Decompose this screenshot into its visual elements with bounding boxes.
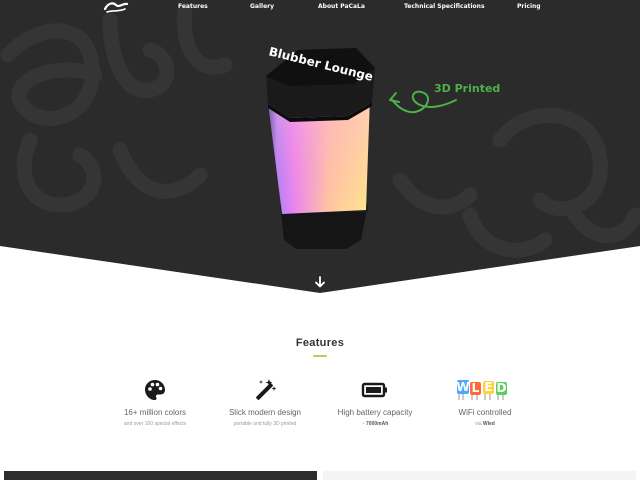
feature-title: WiFi controlled bbox=[458, 408, 512, 417]
wled-letter: E bbox=[484, 380, 492, 394]
battery-icon bbox=[361, 382, 387, 398]
feature-title: High battery capacity bbox=[337, 408, 413, 417]
top-navigation: Features Gallery About PaCaLa Technical … bbox=[0, 0, 640, 14]
palette-icon bbox=[145, 380, 165, 400]
magic-wand-icon bbox=[256, 379, 277, 400]
hero-section: Features Gallery About PaCaLa Technical … bbox=[0, 0, 640, 296]
lamp-product-image: Blubber Lounge bbox=[266, 44, 375, 249]
features-heading-underline bbox=[313, 355, 327, 357]
wled-letter: L bbox=[472, 381, 480, 395]
feature-title: 16+ million colors bbox=[123, 408, 187, 417]
wled-letter: D bbox=[497, 381, 507, 395]
gallery-panel-dark bbox=[4, 471, 317, 480]
feature-subtitle: ~ 7000mAh bbox=[361, 421, 389, 427]
feature-battery: High battery capacity ~ 7000mAh bbox=[315, 378, 435, 427]
feature-title: Slick modern design bbox=[228, 408, 302, 417]
feature-wifi: W L E D WiFi controlled via Wled bbox=[425, 378, 545, 427]
wled-logo-icon: W L E D bbox=[456, 380, 507, 400]
brand-logo-icon[interactable] bbox=[103, 0, 129, 14]
features-heading: Features bbox=[295, 337, 345, 349]
feature-design: Slick modern design portable and fully 3… bbox=[205, 378, 325, 427]
feature-subtitle: portable and fully 3D printed bbox=[233, 421, 297, 427]
feature-subtitle: and over 100 special effects bbox=[123, 421, 187, 427]
nav-link-pricing[interactable]: Pricing bbox=[517, 3, 541, 10]
nav-link-technical-specifications[interactable]: Technical Specifications bbox=[404, 3, 485, 10]
wled-letter: W bbox=[456, 380, 469, 394]
feature-subtitle: via Wled bbox=[475, 421, 495, 427]
nav-link-about[interactable]: About PaCaLa bbox=[318, 3, 365, 10]
nav-link-features[interactable]: Features bbox=[178, 3, 208, 10]
annotation-3d-printed: 3D Printed bbox=[434, 82, 501, 95]
feature-colors: 16+ million colors and over 100 special … bbox=[95, 378, 215, 427]
gallery-panel-light bbox=[323, 471, 636, 480]
nav-link-gallery[interactable]: Gallery bbox=[250, 3, 274, 10]
arrow-down-icon[interactable] bbox=[313, 275, 327, 289]
